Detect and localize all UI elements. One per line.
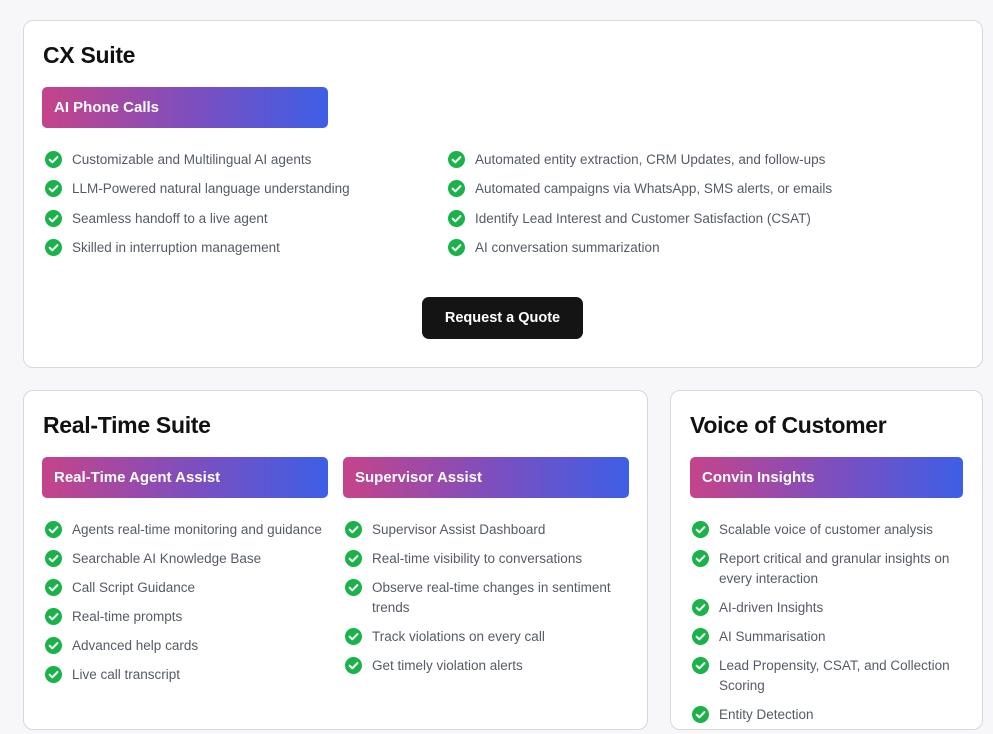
feature-text: Supervisor Assist Dashboard [372, 522, 546, 537]
feature-text: Report critical and granular insights on… [719, 551, 950, 586]
check-circle-icon [345, 657, 362, 674]
feature-item: Seamless handoff to a live agent [43, 209, 433, 229]
check-circle-icon [692, 599, 709, 616]
feature-text: Scalable voice of customer analysis [719, 522, 933, 537]
check-circle-icon [345, 550, 362, 567]
feature-item: Live call transcript [43, 665, 333, 685]
convin-insights-pill: Convin Insights [690, 457, 963, 498]
feature-item: Report critical and granular insights on… [690, 549, 955, 589]
check-circle-icon [448, 180, 465, 198]
check-circle-icon [45, 579, 62, 596]
feature-text: Automated entity extraction, CRM Updates… [475, 152, 826, 167]
feature-text: Entity Detection [719, 707, 814, 722]
feature-text: AI conversation summarization [475, 239, 660, 255]
voice-of-customer-feature-list: Scalable voice of customer analysis Repor… [690, 520, 955, 734]
check-circle-icon [45, 521, 62, 538]
feature-text: Identify Lead Interest and Customer Sati… [475, 210, 811, 226]
feature-text: Real-time prompts [72, 609, 183, 624]
feature-item: Call Script Guidance [43, 578, 333, 598]
check-circle-icon [448, 151, 465, 168]
check-circle-icon [692, 657, 709, 674]
check-circle-icon [448, 209, 465, 227]
agent-assist-feature-list: Agents real-time monitoring and guidance… [43, 520, 333, 694]
feature-item: Track violations on every call [343, 627, 613, 647]
feature-item: Searchable AI Knowledge Base [43, 549, 333, 569]
check-circle-icon [345, 579, 362, 596]
voice-of-customer-title: Voice of Customer [690, 412, 887, 438]
supervisor-assist-feature-list: Supervisor Assist Dashboard Real-time vis… [343, 520, 613, 685]
cx-left-feature-list: Customizable and Multilingual AI agents L… [43, 150, 433, 267]
feature-text: AI Summarisation [719, 629, 826, 644]
agent-assist-pill: Real-Time Agent Assist [42, 457, 328, 498]
feature-text: Lead Propensity, CSAT, and Collection Sc… [719, 658, 950, 693]
check-circle-icon [692, 521, 709, 538]
feature-item: Observe real-time changes in sentiment t… [343, 578, 613, 618]
check-circle-icon [45, 608, 62, 625]
feature-item: Agents real-time monitoring and guidance [43, 520, 333, 540]
ai-phone-calls-pill: AI Phone Calls [42, 87, 328, 128]
feature-item: Get timely violation alerts [343, 656, 613, 676]
feature-text: AI-driven Insights [719, 600, 824, 615]
cx-right-feature-list: Automated entity extraction, CRM Updates… [446, 150, 966, 267]
check-circle-icon [45, 180, 62, 198]
check-circle-icon [45, 637, 62, 654]
check-circle-icon [45, 550, 62, 567]
voice-of-customer-card: Voice of Customer Convin Insights Scalab… [670, 390, 983, 730]
check-circle-icon [692, 706, 709, 723]
feature-item: LLM-Powered natural language understandi… [43, 179, 433, 199]
feature-item: Real-time visibility to conversations [343, 549, 613, 569]
feature-text: Skilled in interruption management [72, 239, 280, 255]
feature-item: Real-time prompts [43, 607, 333, 627]
feature-item: Identify Lead Interest and Customer Sati… [446, 209, 966, 229]
check-circle-icon [45, 666, 62, 683]
feature-item: Customizable and Multilingual AI agents [43, 150, 433, 170]
check-circle-icon [448, 238, 465, 256]
feature-text: Get timely violation alerts [372, 658, 523, 673]
check-circle-icon [345, 521, 362, 538]
feature-text: LLM-Powered natural language understandi… [72, 181, 350, 197]
feature-item: AI conversation summarization [446, 238, 966, 258]
feature-text: Agents real-time monitoring and guidance [72, 522, 322, 537]
cx-suite-card: CX Suite AI Phone Calls Customizable and… [23, 20, 983, 368]
feature-text: Seamless handoff to a live agent [72, 210, 268, 226]
supervisor-assist-pill: Supervisor Assist [343, 457, 629, 498]
feature-text: Real-time visibility to conversations [372, 551, 583, 566]
check-circle-icon [692, 550, 709, 567]
check-circle-icon [345, 628, 362, 645]
feature-item: AI Summarisation [690, 627, 955, 647]
check-circle-icon [45, 238, 62, 256]
feature-text: Observe real-time changes in sentiment t… [372, 580, 611, 615]
feature-item: AI-driven Insights [690, 598, 955, 618]
feature-item: Entity Detection [690, 705, 955, 725]
feature-item: Scalable voice of customer analysis [690, 520, 955, 540]
check-circle-icon [45, 151, 62, 168]
request-quote-button[interactable]: Request a Quote [422, 297, 583, 339]
feature-item: Lead Propensity, CSAT, and Collection Sc… [690, 656, 955, 696]
feature-item: Advanced help cards [43, 636, 333, 656]
realtime-suite-title: Real-Time Suite [43, 412, 211, 438]
feature-item: Skilled in interruption management [43, 238, 433, 258]
feature-text: Customizable and Multilingual AI agents [72, 152, 312, 167]
feature-item: Automated campaigns via WhatsApp, SMS al… [446, 179, 966, 199]
feature-text: Live call transcript [72, 667, 181, 682]
feature-item: Automated entity extraction, CRM Updates… [446, 150, 966, 170]
check-circle-icon [45, 209, 62, 227]
realtime-suite-card: Real-Time Suite Real-Time Agent Assist S… [23, 390, 648, 730]
feature-item: Supervisor Assist Dashboard [343, 520, 613, 540]
feature-text: Searchable AI Knowledge Base [72, 551, 262, 566]
feature-text: Call Script Guidance [72, 580, 196, 595]
feature-text: Advanced help cards [72, 638, 199, 653]
feature-text: Automated campaigns via WhatsApp, SMS al… [475, 181, 833, 197]
check-circle-icon [692, 628, 709, 645]
feature-text: Track violations on every call [372, 629, 545, 644]
cx-suite-title: CX Suite [43, 42, 136, 68]
